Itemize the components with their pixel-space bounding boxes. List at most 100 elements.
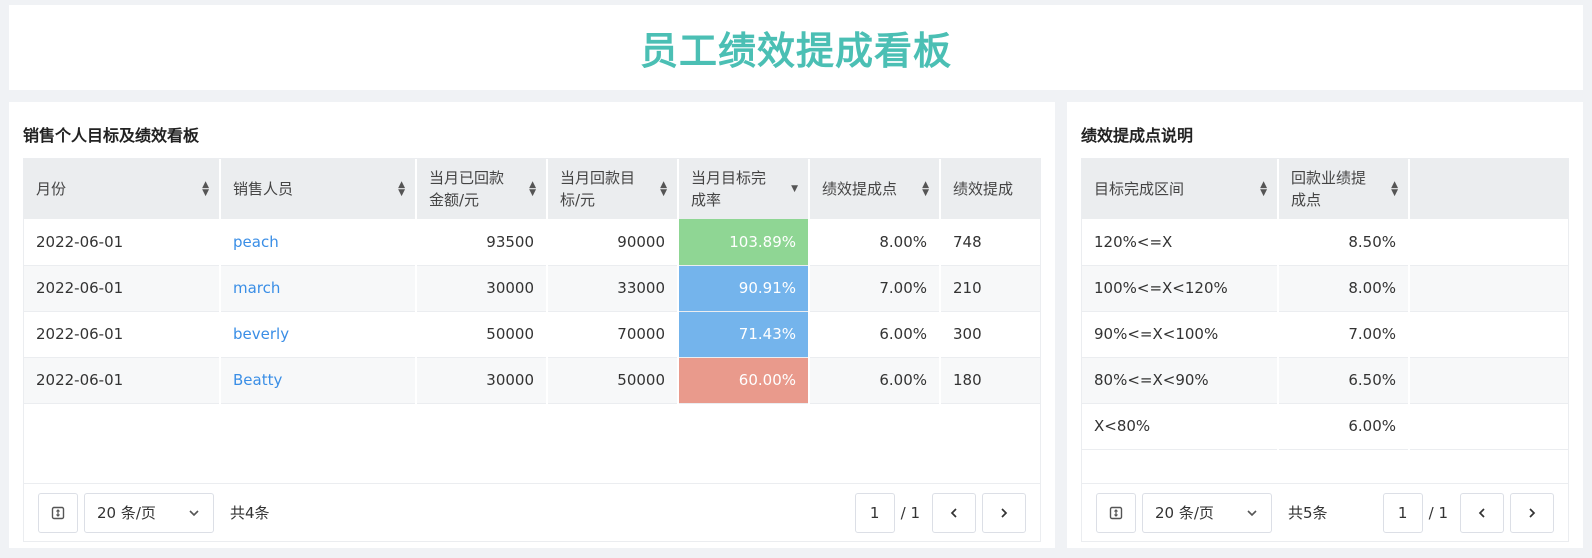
- cell-paid: 30000: [416, 357, 548, 404]
- total-count: 共5条: [1288, 504, 1328, 522]
- col-header-point[interactable]: 绩效提成点 ▲ ▼: [809, 159, 941, 219]
- chevron-left-icon: [1478, 507, 1485, 518]
- cell-empty: [1409, 403, 1568, 450]
- col-header-month[interactable]: 月份 ▲ ▼: [24, 159, 221, 219]
- cell-point: 7.00%: [809, 265, 941, 312]
- cell-target: 50000: [547, 357, 679, 404]
- sort-caret-icon[interactable]: ▲ ▼: [398, 181, 405, 198]
- cell-bonus: 300: [940, 311, 1040, 358]
- cell-paid: 30000: [416, 265, 548, 312]
- commission-panel-title: 绩效提成点说明: [1081, 126, 1194, 145]
- cell-person-link[interactable]: peach: [220, 219, 417, 266]
- cell-person-link[interactable]: march: [220, 265, 417, 312]
- commission-table: 目标完成区间 ▲ ▼ 回款业绩提成点 ▲ ▼ 120%<=X 8.50% 100%<=X…: [1082, 159, 1568, 450]
- col-header-empty: [1409, 159, 1568, 219]
- cell-empty: [1409, 357, 1568, 404]
- col-header-rate[interactable]: 当月目标完成率 ▼: [678, 159, 810, 219]
- cell-point: 6.00%: [1278, 403, 1410, 450]
- cell-paid: 93500: [416, 219, 548, 266]
- cell-bonus: 180: [940, 357, 1040, 404]
- sort-caret-icon[interactable]: ▲ ▼: [1260, 181, 1267, 198]
- sort-caret-icon[interactable]: ▲ ▼: [202, 181, 209, 198]
- cell-point: 8.00%: [809, 219, 941, 266]
- cell-empty: [1409, 311, 1568, 358]
- cell-target: 33000: [547, 265, 679, 312]
- col-header-range[interactable]: 目标完成区间 ▲ ▼: [1082, 159, 1279, 219]
- page-number-input[interactable]: 1: [854, 492, 895, 533]
- sort-caret-icon[interactable]: ▲ ▼: [660, 181, 667, 198]
- cell-point: 8.50%: [1278, 219, 1410, 266]
- cell-rate: 90.91%: [678, 265, 810, 312]
- cell-target: 90000: [547, 219, 679, 266]
- sales-table-header: 月份 ▲ ▼ 销售人员 ▲ ▼ 当月已回款金额/元 ▲ ▼ 当月回款目标/元 ▲ ▼ 当月目标完…: [24, 159, 1040, 219]
- sales-pagination: 20 条/页 共4条 1 / 1: [24, 483, 1040, 541]
- page-number-input[interactable]: 1: [1382, 492, 1423, 533]
- col-header-person[interactable]: 销售人员 ▲ ▼: [220, 159, 417, 219]
- table-row: X<80% 6.00%: [1082, 403, 1568, 450]
- commission-pagination: 20 条/页 共5条 1 / 1: [1082, 483, 1568, 541]
- cell-person-link[interactable]: beverly: [220, 311, 417, 358]
- expand-icon: [1109, 506, 1123, 519]
- col-header-commission-point[interactable]: 回款业绩提成点 ▲ ▼: [1278, 159, 1410, 219]
- page-size-select[interactable]: 20 条/页: [1142, 492, 1272, 533]
- table-row: 120%<=X 8.50%: [1082, 219, 1568, 266]
- cell-bonus: 210: [940, 265, 1040, 312]
- chevron-left-icon: [950, 507, 957, 518]
- chevron-down-icon: [189, 509, 199, 516]
- cell-rate: 103.89%: [678, 219, 810, 266]
- next-page-button[interactable]: [982, 492, 1026, 533]
- cell-point: 8.00%: [1278, 265, 1410, 312]
- cell-target: 70000: [547, 311, 679, 358]
- cell-point: 6.50%: [1278, 357, 1410, 404]
- cell-range: X<80%: [1082, 403, 1279, 450]
- cell-person-link[interactable]: Beatty: [220, 357, 417, 404]
- expand-button[interactable]: [38, 492, 78, 533]
- sales-panel: 销售个人目标及绩效看板 月份 ▲ ▼ 销售人员 ▲ ▼ 当月已回款金额/元 ▲ ▼ 当月回款…: [9, 102, 1055, 548]
- cell-month: 2022-06-01: [24, 311, 221, 358]
- chevron-right-icon: [1001, 507, 1008, 518]
- sort-caret-icon[interactable]: ▲ ▼: [1391, 181, 1398, 198]
- cell-range: 100%<=X<120%: [1082, 265, 1279, 312]
- cell-bonus: 748: [940, 219, 1040, 266]
- col-header-bonus[interactable]: 绩效提成: [940, 159, 1040, 219]
- page-title: 员工绩效提成看板: [639, 29, 952, 73]
- cell-point: 7.00%: [1278, 311, 1410, 358]
- page-size-select[interactable]: 20 条/页: [84, 492, 214, 533]
- table-row: 90%<=X<100% 7.00%: [1082, 311, 1568, 358]
- commission-table-header: 目标完成区间 ▲ ▼ 回款业绩提成点 ▲ ▼: [1082, 159, 1568, 219]
- expand-button[interactable]: [1096, 492, 1136, 533]
- cell-empty: [1409, 265, 1568, 312]
- commission-table-container[interactable]: 目标完成区间 ▲ ▼ 回款业绩提成点 ▲ ▼ 120%<=X 8.50% 100%<=X…: [1081, 158, 1569, 542]
- title-panel: 员工绩效提成看板: [9, 5, 1583, 90]
- next-page-button[interactable]: [1510, 492, 1554, 533]
- cell-range: 80%<=X<90%: [1082, 357, 1279, 404]
- cell-paid: 50000: [416, 311, 548, 358]
- commission-panel: 绩效提成点说明 目标完成区间 ▲ ▼ 回款业绩提成点 ▲ ▼ 120%<=X 8.50%: [1067, 102, 1583, 548]
- cell-month: 2022-06-01: [24, 357, 221, 404]
- sales-panel-title: 销售个人目标及绩效看板: [23, 126, 200, 145]
- cell-point: 6.00%: [809, 357, 941, 404]
- sales-table-container[interactable]: 月份 ▲ ▼ 销售人员 ▲ ▼ 当月已回款金额/元 ▲ ▼ 当月回款目标/元 ▲ ▼ 当月目标完…: [23, 158, 1041, 542]
- table-row: 80%<=X<90% 6.50%: [1082, 357, 1568, 404]
- col-header-paid[interactable]: 当月已回款金额/元 ▲ ▼: [416, 159, 548, 219]
- table-row: 100%<=X<120% 8.00%: [1082, 265, 1568, 312]
- table-row: 2022-06-01 march 30000 33000 90.91% 7.00…: [24, 265, 1040, 312]
- sort-caret-icon[interactable]: ▲ ▼: [922, 181, 929, 198]
- sales-table: 月份 ▲ ▼ 销售人员 ▲ ▼ 当月已回款金额/元 ▲ ▼ 当月回款目标/元 ▲ ▼ 当月目标完…: [24, 159, 1040, 404]
- table-row: 2022-06-01 Beatty 30000 50000 60.00% 6.0…: [24, 357, 1040, 404]
- prev-page-button[interactable]: [932, 492, 976, 533]
- cell-empty: [1409, 219, 1568, 266]
- cell-month: 2022-06-01: [24, 265, 221, 312]
- sort-desc-icon[interactable]: ▼: [791, 185, 798, 194]
- sort-caret-icon[interactable]: ▲ ▼: [529, 181, 536, 198]
- cell-range: 90%<=X<100%: [1082, 311, 1279, 358]
- col-header-target[interactable]: 当月回款目标/元 ▲ ▼: [547, 159, 679, 219]
- chevron-right-icon: [1529, 507, 1536, 518]
- prev-page-button[interactable]: [1460, 492, 1504, 533]
- cell-rate: 71.43%: [678, 311, 810, 358]
- chevron-down-icon: [1247, 509, 1257, 516]
- cell-point: 6.00%: [809, 311, 941, 358]
- page-total: / 1: [900, 503, 920, 522]
- table-row: 2022-06-01 beverly 50000 70000 71.43% 6.…: [24, 311, 1040, 358]
- cell-month: 2022-06-01: [24, 219, 221, 266]
